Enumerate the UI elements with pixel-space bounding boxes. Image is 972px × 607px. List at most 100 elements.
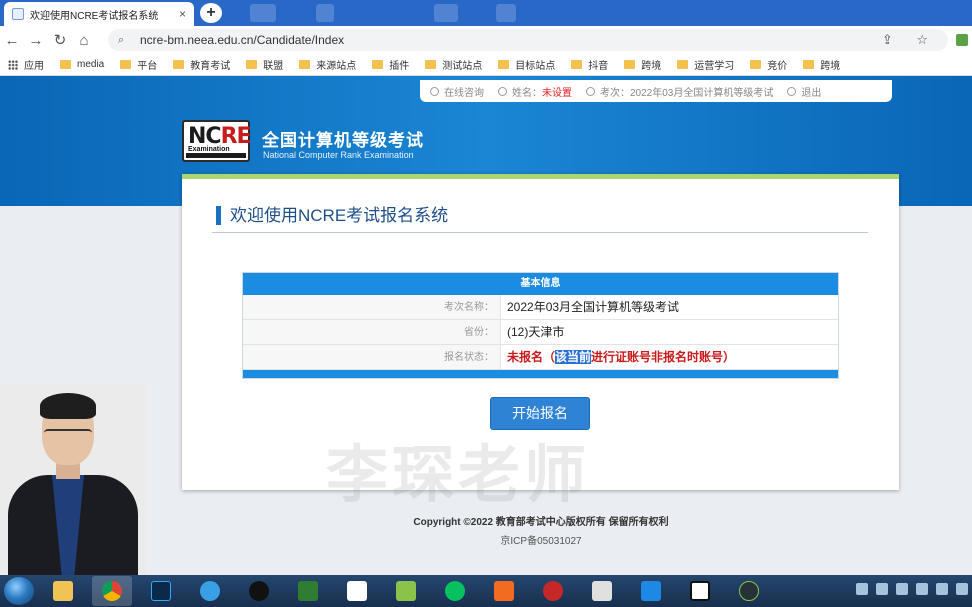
ncre-logo: NCRE Examination xyxy=(182,120,252,162)
background-window-icon xyxy=(250,4,276,22)
qq-icon xyxy=(249,581,269,601)
taskbar-app-qq[interactable] xyxy=(239,576,279,606)
folder-icon xyxy=(750,60,762,69)
presenter-hair xyxy=(40,393,96,419)
taskbar xyxy=(0,575,972,607)
taskbar-app-wechat[interactable] xyxy=(435,576,475,606)
start-button-icon[interactable] xyxy=(4,577,34,605)
row-value: 2022年03月全国计算机等级考试 xyxy=(507,300,680,314)
bookmark-label: media xyxy=(77,59,105,70)
card-accent xyxy=(182,174,899,179)
taskbar-app-xmind[interactable] xyxy=(484,576,524,606)
new-tab-button[interactable]: + xyxy=(200,3,222,23)
tray-icon[interactable] xyxy=(916,583,928,595)
bookmark-item[interactable]: 教育考试 xyxy=(173,57,230,72)
bookmark-item[interactable]: 插件 xyxy=(372,57,409,72)
tray-icon[interactable] xyxy=(876,583,888,595)
capcut-icon xyxy=(690,581,710,601)
nox-icon xyxy=(739,581,759,601)
extension-icon[interactable] xyxy=(956,34,968,46)
photoshop-icon xyxy=(151,581,171,601)
info-table-footer xyxy=(243,370,838,378)
background-window-icon xyxy=(434,4,458,22)
browser-toolbar: ← → ↻ ⌂ ⌕ ncre-bm.neea.edu.cn/Candidate/… xyxy=(0,26,972,54)
omnibox-actions[interactable]: ⇪ ☆ xyxy=(882,32,938,48)
taskbar-app-chrome[interactable] xyxy=(92,576,132,606)
bookmarks-bar: 应用 media 平台 教育考试 联盟 来源站点 插件 测试站点 目标站点 抖音 跨境 运营学习 竞价 跨… xyxy=(0,54,972,76)
presenter-neck xyxy=(56,463,80,479)
bookmark-item[interactable]: 目标站点 xyxy=(498,57,555,72)
folder-icon xyxy=(120,60,132,69)
taskbar-app-upload[interactable] xyxy=(288,576,328,606)
forward-button[interactable]: → xyxy=(24,32,48,49)
reload-button[interactable]: ↻ xyxy=(48,31,72,49)
taskbar-app-recorder[interactable] xyxy=(533,576,573,606)
cloud-icon xyxy=(347,581,367,601)
row-label: 考次名称： xyxy=(243,295,501,319)
table-row: 考次名称： 2022年03月全国计算机等级考试 xyxy=(243,295,838,320)
bookmark-item[interactable]: media xyxy=(60,59,104,70)
folder-icon xyxy=(53,581,73,601)
taskbar-app-board[interactable] xyxy=(582,576,622,606)
background-window-icon xyxy=(316,4,334,22)
taskbar-app-photoshop[interactable] xyxy=(141,576,181,606)
taskbar-app-tool[interactable] xyxy=(386,576,426,606)
tray-icon[interactable] xyxy=(896,583,908,595)
taskbar-app-cloud[interactable] xyxy=(337,576,377,606)
browser-tab[interactable]: 欢迎使用NCRE考试报名系统 × xyxy=(4,2,194,26)
ie-icon xyxy=(200,581,220,601)
tray-icon[interactable] xyxy=(956,583,968,595)
wechat-icon xyxy=(445,581,465,601)
logout-icon xyxy=(787,86,797,96)
tab-title: 欢迎使用NCRE考试报名系统 xyxy=(30,10,159,22)
bookmark-label: 抖音 xyxy=(588,61,609,72)
back-button[interactable]: ← xyxy=(0,32,24,49)
bookmark-label: 来源站点 xyxy=(316,61,357,72)
logo-subtitle: Examination xyxy=(188,146,230,153)
folder-icon xyxy=(498,60,510,69)
exam-session: 考次： 2022年03月全国计算机等级考试 xyxy=(586,84,773,99)
system-tray xyxy=(848,583,968,595)
taskbar-app-editor[interactable] xyxy=(631,576,671,606)
presenter-glasses xyxy=(44,429,92,439)
logout-link[interactable]: 退出 xyxy=(787,84,821,99)
address-bar[interactable]: ⌕ ncre-bm.neea.edu.cn/Candidate/Index ⇪ … xyxy=(108,29,948,51)
bookmark-label: 教育考试 xyxy=(190,61,231,72)
site-info-icon[interactable]: ⌕ xyxy=(118,34,130,46)
brand-subtitle: National Computer Rank Examination xyxy=(263,150,414,160)
home-button[interactable]: ⌂ xyxy=(72,32,96,49)
tray-icon[interactable] xyxy=(856,583,868,595)
presenter-video xyxy=(0,385,146,575)
taskbar-app-explorer[interactable] xyxy=(43,576,83,606)
bookmark-item[interactable]: 抖音 xyxy=(571,57,608,72)
board-icon xyxy=(592,581,612,601)
apps-grid-icon xyxy=(8,59,18,70)
bookmark-apps[interactable]: 应用 xyxy=(8,57,44,72)
taskbar-app-nox[interactable] xyxy=(729,576,769,606)
headset-icon xyxy=(430,86,439,96)
folder-icon xyxy=(246,60,258,69)
bookmark-label: 插件 xyxy=(389,61,410,72)
folder-icon xyxy=(60,60,71,69)
address-url[interactable]: ncre-bm.neea.edu.cn/Candidate/Index xyxy=(140,33,882,47)
folder-icon xyxy=(803,60,815,69)
logo-bar xyxy=(186,153,246,158)
table-row: 报名状态： 未报名（该当前进行证账号非报名时账号） xyxy=(243,345,838,370)
tab-close-icon[interactable]: × xyxy=(179,7,186,21)
bookmark-item[interactable]: 跨境 xyxy=(624,57,661,72)
bookmark-item[interactable]: 来源站点 xyxy=(299,57,356,72)
tray-icon[interactable] xyxy=(936,583,948,595)
bookmark-label: 目标站点 xyxy=(515,61,556,72)
bookmark-item[interactable]: 跨境 xyxy=(803,57,840,72)
taskbar-app-ie[interactable] xyxy=(190,576,230,606)
user-bar: 在线咨询 姓名： 未设置 考次： 2022年03月全国计算机等级考试 退出 xyxy=(420,80,892,102)
folder-icon xyxy=(624,60,636,69)
online-consult-link[interactable]: 在线咨询 xyxy=(430,84,484,99)
taskbar-app-capcut[interactable] xyxy=(680,576,720,606)
bookmark-item[interactable]: 测试站点 xyxy=(425,57,482,72)
bookmark-item[interactable]: 运营学习 xyxy=(677,57,734,72)
bookmark-item[interactable]: 联盟 xyxy=(246,57,283,72)
bookmark-label: 测试站点 xyxy=(442,61,483,72)
bookmark-item[interactable]: 竞价 xyxy=(750,57,787,72)
bookmark-item[interactable]: 平台 xyxy=(120,57,157,72)
